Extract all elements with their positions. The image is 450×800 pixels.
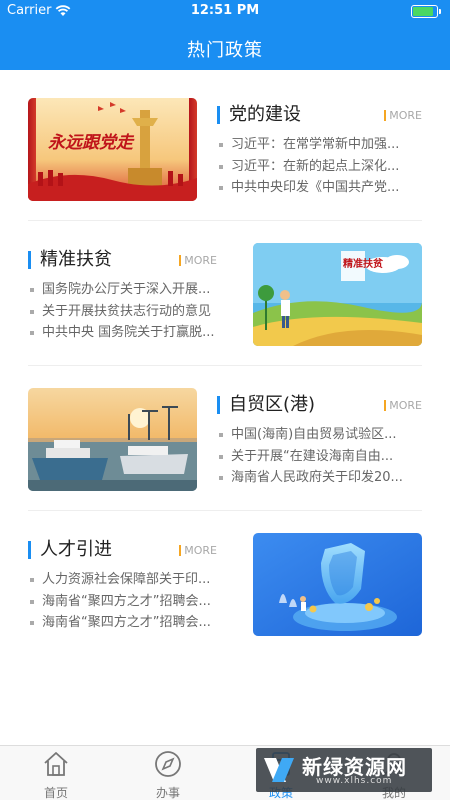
compass-icon bbox=[155, 751, 181, 777]
news-item[interactable]: 中国(海南)自由贸易试验区... bbox=[217, 424, 422, 446]
section-title: 人才引进 bbox=[28, 539, 112, 561]
poverty-alleviation-image[interactable]: 精准扶贫 bbox=[253, 243, 422, 346]
section-title: 精准扶贫 bbox=[28, 249, 112, 271]
great-hall-celebration-image[interactable]: 永远跟党走 bbox=[28, 98, 197, 201]
watermark: 新绿资源网 www.xlhs.com bbox=[256, 748, 432, 792]
tab-label: 办事 bbox=[155, 786, 180, 800]
news-item[interactable]: 习近平：在新的起点上深化... bbox=[217, 156, 422, 178]
app-header: Carrier 12:51 PM 热门政策 bbox=[0, 0, 450, 70]
news-item[interactable]: 海南省“聚四方之才”招聘会... bbox=[28, 591, 233, 613]
news-item[interactable]: 习近平：在常学常新中加强... bbox=[217, 134, 422, 156]
divider bbox=[28, 220, 422, 221]
news-item[interactable]: 关于开展扶贫扶志行动的意见 bbox=[28, 301, 233, 323]
section-title: 党的建设 bbox=[217, 104, 301, 126]
news-item[interactable]: 中共中央印发《中国共产党... bbox=[217, 177, 422, 199]
news-item[interactable]: 国务院办公厅关于深入开展... bbox=[28, 279, 233, 301]
more-link[interactable]: MORE bbox=[384, 399, 422, 412]
home-icon bbox=[44, 752, 68, 776]
news-item[interactable]: 海南省“聚四方之才”招聘会... bbox=[28, 612, 233, 634]
news-list: 习近平：在常学常新中加强... 习近平：在新的起点上深化... 中共中央印发《中… bbox=[217, 134, 422, 199]
watermark-url: www.xlhs.com bbox=[316, 776, 393, 786]
image-caption: 永远跟党走 bbox=[48, 133, 135, 153]
news-list: 中国(海南)自由贸易试验区... 关于开展“在建设海南自由... 海南省人民政府… bbox=[217, 424, 422, 489]
section-card-talent[interactable]: 人才引进 MORE 人力资源社会保障部关于印... 海南省“聚四方之才”招聘会.… bbox=[28, 533, 422, 636]
more-link[interactable]: MORE bbox=[179, 544, 217, 557]
news-list: 国务院办公厅关于深入开展... 关于开展扶贫扶志行动的意见 中共中央 国务院关于… bbox=[28, 279, 233, 344]
news-item[interactable]: 海南省人民政府关于印发20... bbox=[217, 467, 422, 489]
policy-list: 永远跟党走 党的建设 MORE 习近平：在常学常新中加强... 习近平：在新的起… bbox=[0, 70, 450, 745]
section-info: 精准扶贫 MORE 国务院办公厅关于深入开展... 关于开展扶贫扶志行动的意见 … bbox=[28, 243, 233, 346]
status-time: 12:51 PM bbox=[190, 3, 260, 18]
image-caption: 精准扶贫 bbox=[343, 257, 384, 270]
tab-label: 首页 bbox=[43, 786, 68, 800]
section-card-free-trade-zone[interactable]: 自贸区(港) MORE 中国(海南)自由贸易试验区... 关于开展“在建设海南自… bbox=[28, 388, 422, 491]
page-title: 热门政策 bbox=[187, 40, 263, 61]
divider bbox=[28, 365, 422, 366]
more-link[interactable]: MORE bbox=[179, 254, 217, 267]
tab-services[interactable]: 办事 bbox=[112, 746, 224, 800]
divider bbox=[28, 510, 422, 511]
news-item[interactable]: 关于开展“在建设海南自由... bbox=[217, 446, 422, 468]
battery-icon bbox=[411, 5, 441, 18]
watermark-logo-icon bbox=[264, 758, 294, 782]
section-info: 党的建设 MORE 习近平：在常学常新中加强... 习近平：在新的起点上深化..… bbox=[217, 98, 422, 201]
section-card-poverty-alleviation[interactable]: 精准扶贫 MORE 国务院办公厅关于深入开展... 关于开展扶贫扶志行动的意见 … bbox=[28, 243, 422, 346]
news-item[interactable]: 中共中央 国务院关于打赢脱... bbox=[28, 322, 233, 344]
news-list: 人力资源社会保障部关于印... 海南省“聚四方之才”招聘会... 海南省“聚四方… bbox=[28, 569, 233, 634]
tab-home[interactable]: 首页 bbox=[0, 746, 112, 800]
talent-shield-image[interactable] bbox=[253, 533, 422, 636]
status-bar: Carrier 12:51 PM bbox=[0, 0, 450, 22]
section-info: 自贸区(港) MORE 中国(海南)自由贸易试验区... 关于开展“在建设海南自… bbox=[217, 388, 422, 491]
harbor-image[interactable] bbox=[28, 388, 197, 491]
news-item[interactable]: 人力资源社会保障部关于印... bbox=[28, 569, 233, 591]
section-card-party-building[interactable]: 永远跟党走 党的建设 MORE 习近平：在常学常新中加强... 习近平：在新的起… bbox=[28, 98, 422, 201]
section-info: 人才引进 MORE 人力资源社会保障部关于印... 海南省“聚四方之才”招聘会.… bbox=[28, 533, 233, 636]
section-title: 自贸区(港) bbox=[217, 394, 315, 416]
more-link[interactable]: MORE bbox=[384, 109, 422, 122]
